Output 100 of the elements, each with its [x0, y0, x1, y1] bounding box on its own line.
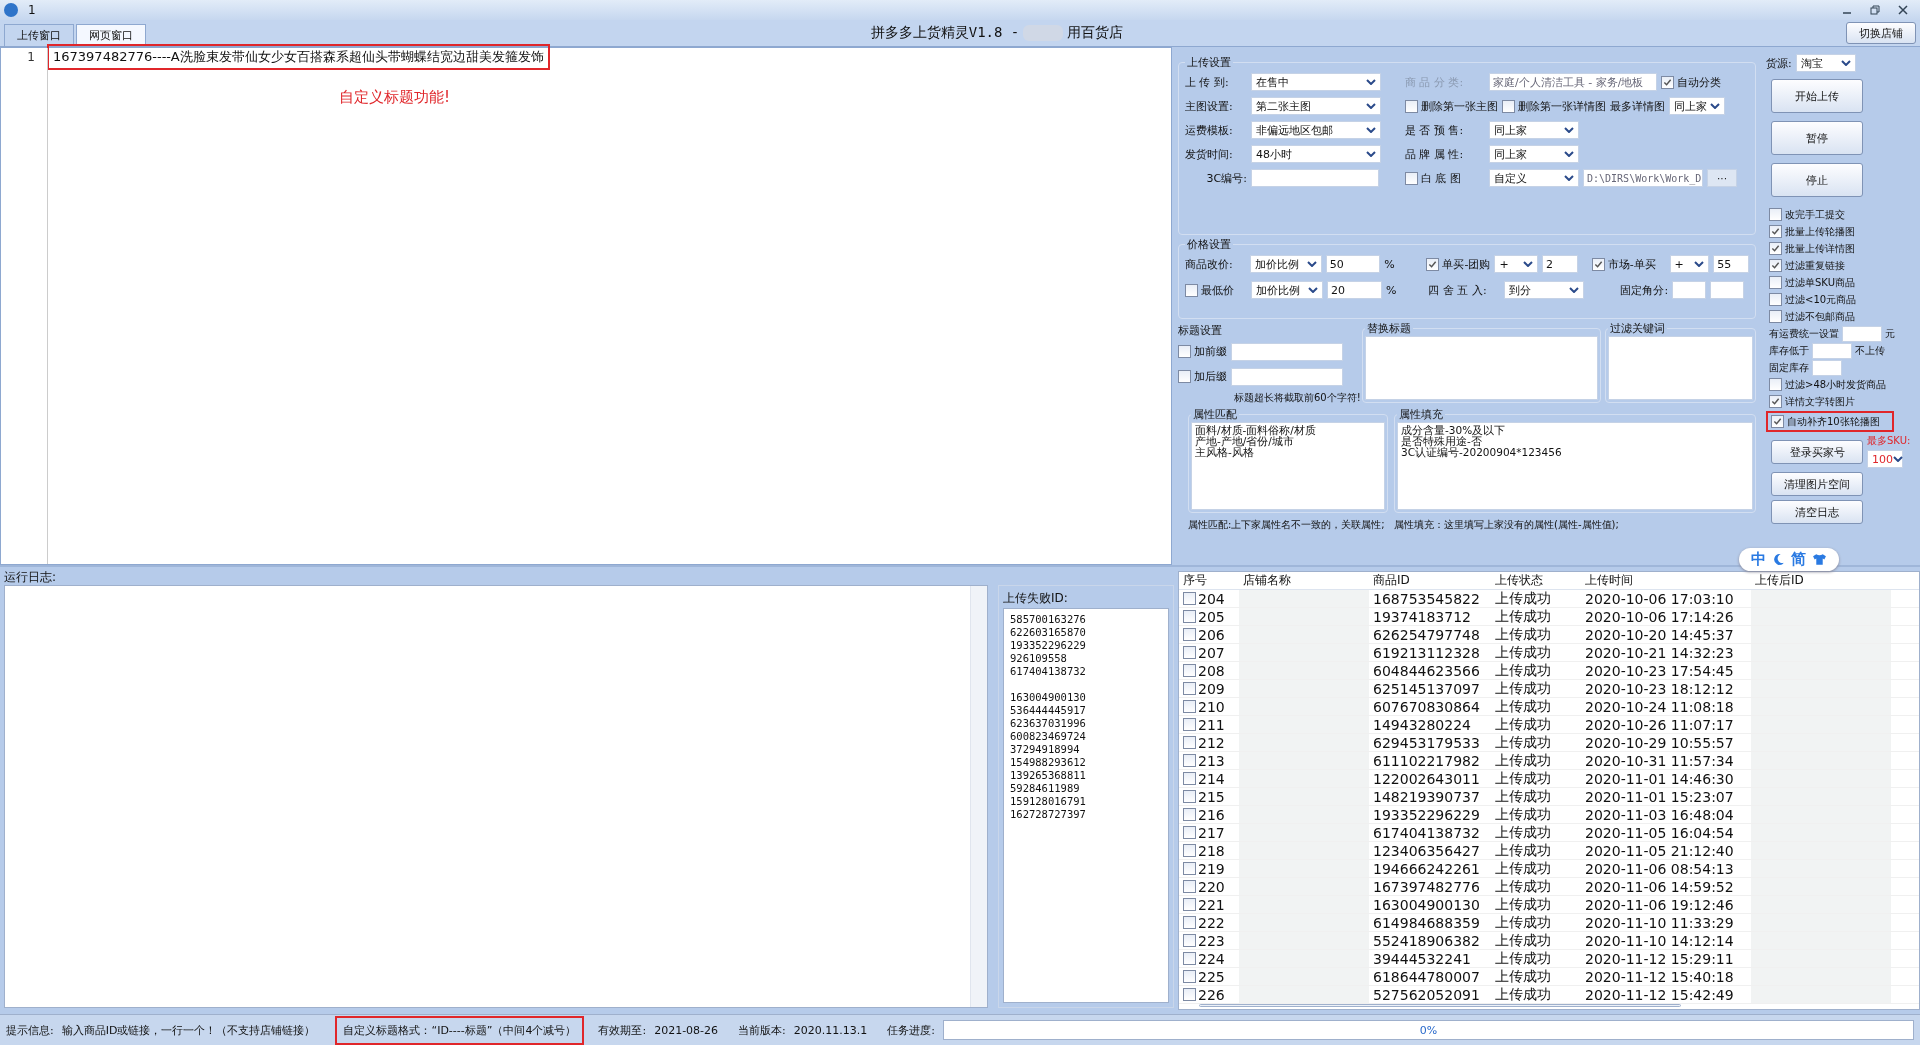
row-checkbox[interactable]: 217 [1183, 824, 1225, 841]
row-checkbox[interactable]: 212 [1183, 734, 1225, 751]
input-field[interactable] [1231, 342, 1343, 361]
scrollbar[interactable] [1199, 1004, 1681, 1007]
checkbox[interactable]: 过滤单SKU商品 [1769, 275, 1855, 290]
checkbox[interactable]: 过滤<10元商品 [1769, 292, 1857, 307]
dropdown[interactable]: 48小时 [1251, 145, 1381, 163]
login-button[interactable]: 登录买家号 [1771, 440, 1863, 464]
text-area[interactable] [1365, 336, 1598, 400]
checkbox[interactable]: 加前缀 [1178, 344, 1227, 359]
restore-icon[interactable] [1870, 5, 1880, 15]
input-field[interactable]: 55 [1713, 255, 1749, 273]
input-field[interactable]: 50 [1325, 255, 1381, 273]
row-checkbox[interactable]: 220 [1183, 878, 1225, 895]
input-field[interactable] [1710, 281, 1745, 299]
action-button[interactable]: 清空日志 [1771, 500, 1863, 524]
row-checkbox[interactable]: 215 [1183, 788, 1225, 805]
row-checkbox[interactable]: 223 [1183, 932, 1225, 949]
dropdown[interactable]: 第二张主图 [1251, 97, 1381, 115]
row-checkbox[interactable]: 204 [1183, 590, 1225, 607]
dropdown[interactable]: 同上家 [1669, 97, 1725, 115]
dropdown[interactable]: + [1669, 255, 1710, 273]
unit-label: 不上传 [1855, 343, 1885, 358]
dropdown[interactable]: 自定义 [1489, 169, 1579, 187]
action-button[interactable]: 清理图片空间 [1771, 472, 1863, 496]
checkbox[interactable]: 最低价 [1185, 282, 1247, 298]
dropdown[interactable]: 加价比例 [1250, 255, 1322, 273]
switch-store-button[interactable]: 切换店铺 [1846, 22, 1916, 44]
row-checkbox[interactable]: 221 [1183, 896, 1225, 913]
dropdown[interactable]: 同上家 [1489, 145, 1579, 163]
table-cell-text: 2020-11-10 14:12:14 [1584, 932, 1735, 949]
checkbox[interactable]: 过滤重复链接 [1769, 258, 1845, 273]
window-title: 拼多多上货精灵V1.8 - [870, 24, 1020, 42]
dropdown[interactable]: 同上家 [1489, 121, 1579, 139]
dropdown[interactable]: + [1494, 255, 1539, 273]
input-field[interactable] [1812, 342, 1852, 359]
dropdown[interactable]: 在售中 [1251, 73, 1381, 91]
checkbox[interactable]: 详情文字转图片 [1769, 394, 1855, 409]
column-header[interactable]: 上传后ID [1751, 572, 1891, 589]
checkbox[interactable]: 改完手工提交 [1769, 207, 1845, 222]
dropdown[interactable]: 到分 [1504, 281, 1585, 299]
checkbox[interactable]: 批量上传轮播图 [1769, 224, 1855, 239]
row-checkbox[interactable]: 207 [1183, 644, 1225, 661]
column-header[interactable]: 商品ID [1369, 572, 1491, 589]
input-field[interactable]: 20 [1327, 281, 1382, 299]
checkbox[interactable]: 过滤不包邮商品 [1769, 309, 1855, 324]
row-checkbox[interactable]: 208 [1183, 662, 1225, 679]
row-checkbox[interactable]: 211 [1183, 716, 1225, 733]
dropdown[interactable]: 加价比例 [1251, 281, 1323, 299]
text-editor[interactable]: 1 167397482776----A洗脸束发带仙女少女百搭森系超仙头带蝴蝶结宽边甜美发箍发饰 自定义标题功能! [0, 47, 1172, 565]
text-area[interactable] [1607, 336, 1753, 400]
text-area[interactable]: 成分含量-30%及以下 是否特殊用途-否 3C认证编号-20200904*123456 [1397, 422, 1753, 510]
action-button[interactable]: 开始上传 [1771, 79, 1863, 113]
checkbox[interactable]: 批量上传详情图 [1769, 241, 1855, 256]
table-cell-text: 上传成功 [1494, 770, 1552, 787]
hint-text: 标题超长将截取前60个字符! [1234, 391, 1358, 405]
row-checkbox[interactable]: 218 [1183, 842, 1225, 859]
row-checkbox[interactable]: 219 [1183, 860, 1225, 877]
checkbox[interactable]: 删除第一张详情图 [1502, 98, 1606, 114]
row-checkbox[interactable]: 214 [1183, 770, 1225, 787]
status-label: 提示信息: [6, 1022, 54, 1038]
browse-button[interactable]: ··· [1707, 169, 1737, 187]
input-field[interactable]: 2 [1542, 255, 1578, 273]
action-button[interactable]: 暂停 [1771, 121, 1863, 155]
dropdown[interactable]: 淘宝 [1795, 54, 1856, 72]
checkbox[interactable]: 加后缀 [1178, 369, 1227, 384]
input-field[interactable] [1251, 169, 1379, 187]
ime-toolbar[interactable]: 中 简 [1739, 548, 1839, 571]
input-field[interactable] [1672, 281, 1707, 299]
column-header[interactable]: 序号 [1179, 572, 1239, 589]
row-checkbox[interactable]: 205 [1183, 608, 1225, 625]
row-checkbox[interactable]: 216 [1183, 806, 1225, 823]
row-checkbox[interactable]: 222 [1183, 914, 1225, 931]
input-field[interactable] [1842, 325, 1882, 342]
close-icon[interactable] [1898, 5, 1908, 15]
tab[interactable]: 上传窗口 [4, 24, 74, 46]
file-path-field[interactable]: D:\DIRS\Work\Work_D [1583, 169, 1703, 187]
checkbox[interactable]: 自动分类 [1661, 74, 1721, 90]
action-button[interactable]: 停止 [1771, 163, 1863, 197]
checkbox[interactable]: 过滤>48小时发货商品 [1769, 377, 1887, 392]
input-field[interactable] [1231, 367, 1343, 386]
checkbox[interactable]: 删除第一张主图 [1405, 98, 1498, 114]
text-area[interactable]: 面料/材质-面料俗称/材质 产地-产地/省份/城市 主风格-风格 [1191, 422, 1385, 510]
checkbox[interactable]: 单买-团购 [1426, 256, 1491, 272]
row-checkbox[interactable]: 210 [1183, 698, 1225, 715]
dropdown[interactable]: 非偏远地区包邮 [1251, 121, 1381, 139]
column-header[interactable]: 上传时间 [1581, 572, 1751, 589]
checkbox[interactable]: 市场-单买 [1591, 256, 1656, 272]
row-checkbox[interactable]: 213 [1183, 752, 1225, 769]
row-checkbox[interactable]: 209 [1183, 680, 1225, 697]
column-header[interactable]: 上传状态 [1491, 572, 1581, 589]
dropdown[interactable]: 100 [1867, 450, 1903, 468]
row-checkbox[interactable]: 225 [1183, 968, 1225, 985]
row-checkbox[interactable]: 226 [1183, 986, 1225, 1003]
row-checkbox[interactable]: 206 [1183, 626, 1225, 643]
input-field[interactable] [1812, 359, 1842, 376]
tab[interactable]: 网页窗口 [76, 24, 146, 46]
checkbox[interactable]: 白 底 图 [1405, 170, 1461, 186]
row-checkbox[interactable]: 224 [1183, 950, 1225, 967]
column-header[interactable]: 店铺名称 [1239, 572, 1369, 589]
